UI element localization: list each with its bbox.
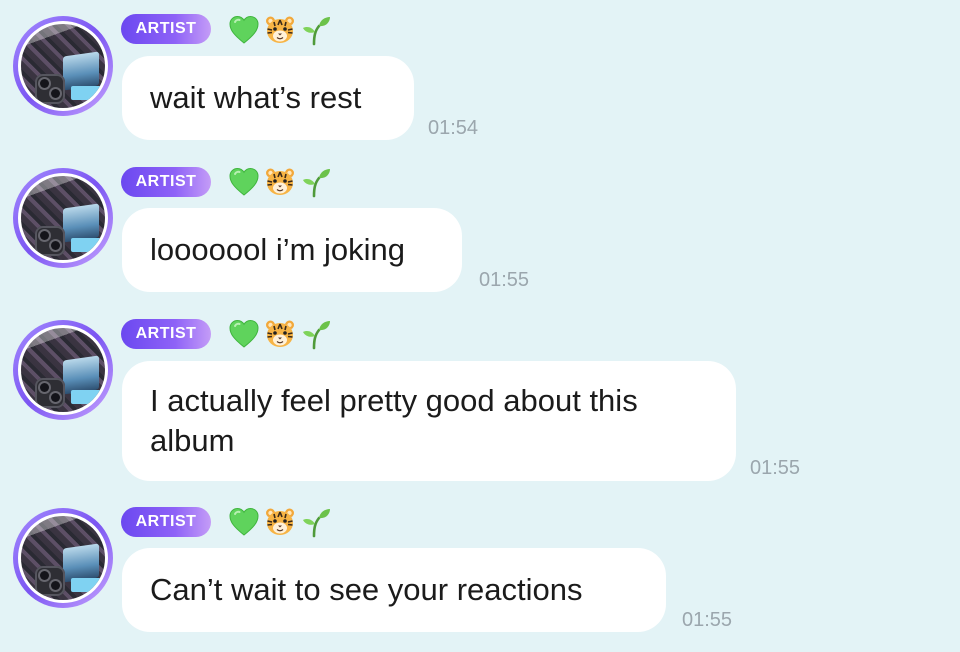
message-bubble[interactable]: I actually feel pretty good about this a… [122, 361, 736, 481]
artist-badge: ARTIST [121, 319, 211, 349]
emoji-row [228, 13, 332, 47]
green-heart-icon [228, 166, 260, 198]
avatar[interactable] [13, 168, 113, 268]
seedling-icon [300, 506, 332, 538]
seedling-icon [300, 166, 332, 198]
artist-badge: ARTIST [121, 507, 211, 537]
seedling-icon [300, 318, 332, 350]
emoji-row [228, 505, 332, 539]
tiger-face-icon [264, 318, 296, 350]
artist-badge: ARTIST [121, 167, 211, 197]
avatar[interactable] [13, 320, 113, 420]
avatar[interactable] [13, 16, 113, 116]
message-bubble[interactable]: wait what’s rest [122, 56, 414, 140]
message-timestamp: 01:55 [479, 269, 530, 291]
message-timestamp: 01:55 [750, 457, 801, 479]
message-bubble[interactable]: looooool i’m joking [122, 208, 462, 292]
message-text: looooool i’m joking [150, 232, 406, 267]
avatar[interactable] [13, 508, 113, 608]
message-timestamp: 01:55 [682, 609, 733, 631]
seedling-icon [300, 14, 332, 46]
emoji-row [228, 165, 332, 199]
message-timestamp: 01:54 [428, 117, 479, 139]
message-text: wait what’s rest [150, 80, 362, 115]
tiger-face-icon [264, 506, 296, 538]
green-heart-icon [228, 14, 260, 46]
tiger-face-icon [264, 166, 296, 198]
artist-badge: ARTIST [121, 14, 211, 44]
emoji-row [228, 317, 332, 351]
message-text: I actually feel pretty good about this a… [150, 383, 638, 458]
green-heart-icon [228, 506, 260, 538]
message-text: Can’t wait to see your reactions [150, 572, 583, 607]
message-bubble[interactable]: Can’t wait to see your reactions [122, 548, 666, 632]
green-heart-icon [228, 318, 260, 350]
tiger-face-icon [264, 14, 296, 46]
